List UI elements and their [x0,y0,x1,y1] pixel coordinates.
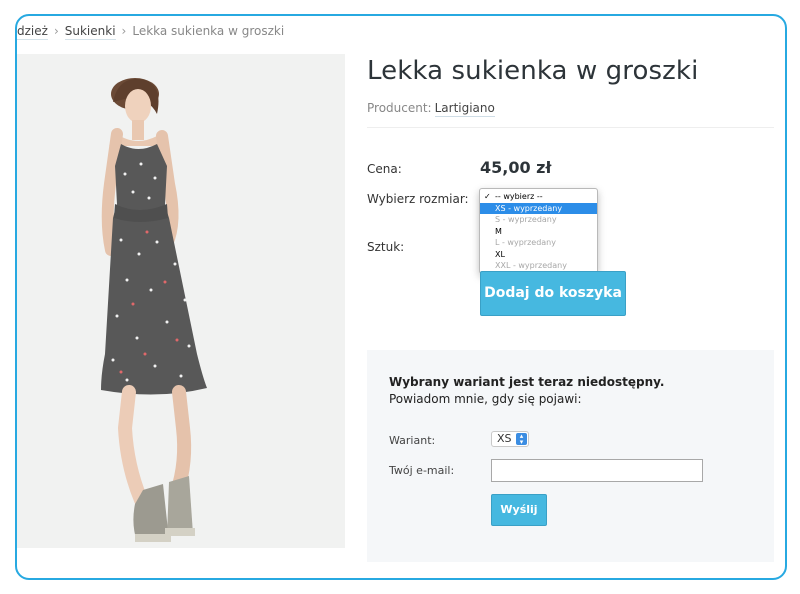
variant-select[interactable]: XS ▴ ▾ [491,431,529,447]
add-to-cart-button[interactable]: Dodaj do koszyka [480,271,626,316]
size-option[interactable]: XL [480,249,597,261]
size-option[interactable]: M [480,226,597,238]
product-page-frame: dzież › Sukienki › Lekka sukienka w groszki [15,14,787,580]
breadcrumb-item-dresses[interactable]: Sukienki [64,24,116,40]
size-label: Wybierz rozmiar: [367,192,469,206]
breadcrumb-separator: › [53,24,59,38]
up-down-arrows-icon: ▴ ▾ [516,433,527,446]
size-option[interactable]: ✓ -- wybierz -- [480,191,597,203]
notify-message: Powiadom mnie, gdy się pojawi: [389,392,582,406]
quantity-label: Sztuk: [367,240,405,254]
send-button[interactable]: Wyślij [491,494,547,526]
notify-panel: Wybrany wariant jest teraz niedostępny. … [367,350,774,562]
producer-link[interactable]: Lartigiano [434,101,495,117]
price-label: Cena: [367,162,402,176]
size-option[interactable]: XS - wyprzedany [480,202,597,214]
email-label: Twój e-mail: [389,464,455,477]
variant-label: Wariant: [389,434,436,447]
email-field[interactable] [491,459,703,482]
price-value: 45,00 zł [480,158,552,177]
size-option: L - wyprzedany [495,238,556,247]
unavailable-message: Wybrany wariant jest teraz niedostępny. [389,375,665,389]
producer: Producent: Lartigiano [367,101,495,117]
checkmark-icon: ✓ [484,192,491,201]
product-title: Lekka sukienka w groszki [367,56,699,86]
breadcrumb-item-clothing[interactable]: dzież [17,24,48,40]
product-photo-image [17,54,345,548]
breadcrumb-current: Lekka sukienka w groszki [132,24,285,38]
breadcrumb-separator: › [121,24,127,38]
divider [367,127,774,128]
product-photo[interactable] [17,54,345,548]
variant-select-value: XS [497,432,512,445]
size-option: S - wyprzedany [495,215,557,224]
producer-label: Producent: [367,101,432,115]
size-option: XXL - wyprzedany [495,261,567,270]
size-dropdown-list[interactable]: ✓ -- wybierz -- XS - wyprzedany S - wyprz… [479,188,598,274]
breadcrumb: dzież › Sukienki › Lekka sukienka w groszki [17,24,285,40]
